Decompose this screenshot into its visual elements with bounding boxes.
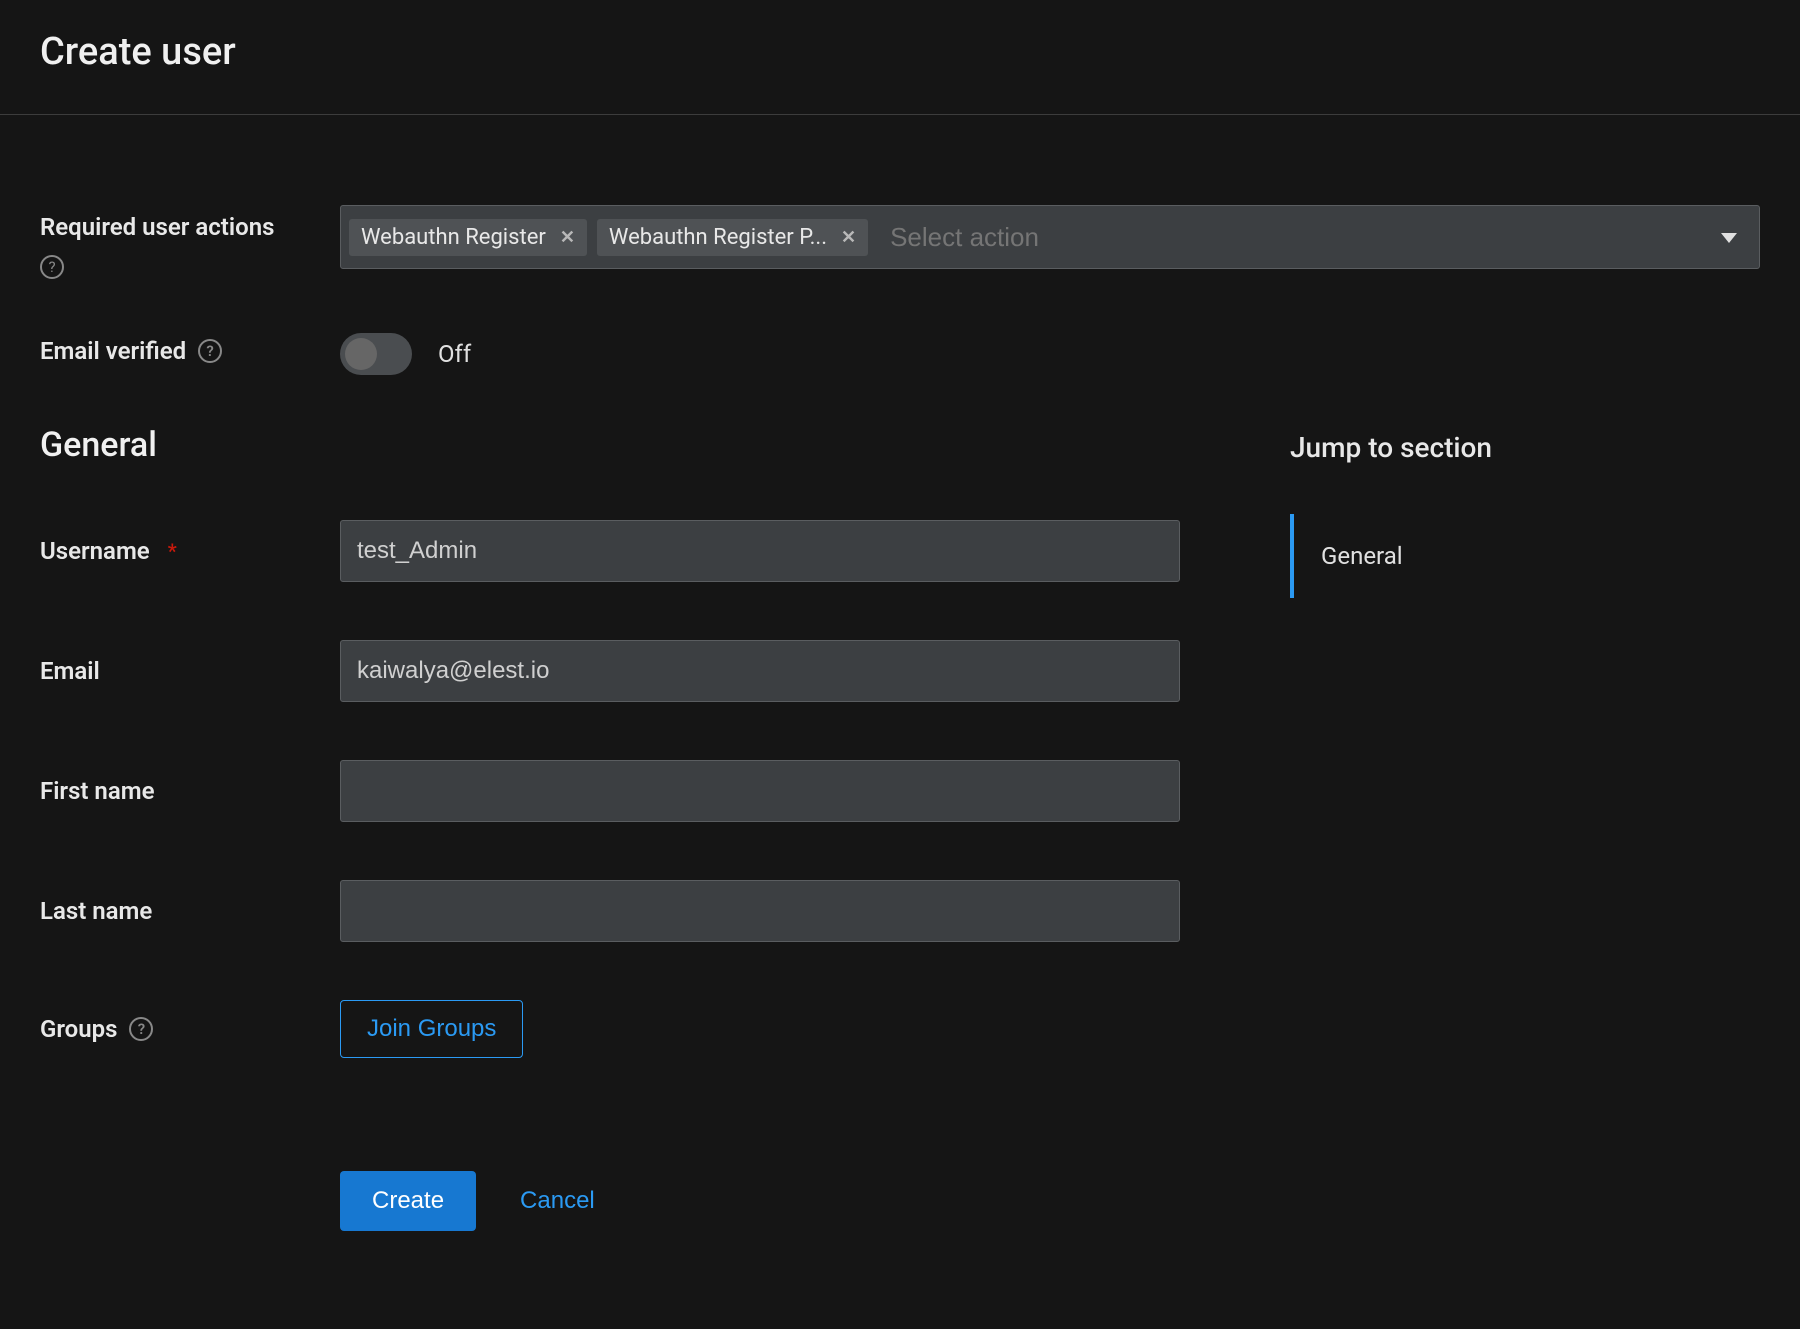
last-name-label: Last name: [40, 897, 152, 925]
close-icon[interactable]: ✕: [841, 227, 856, 248]
chip-webauthn-register-p: Webauthn Register P... ✕: [597, 219, 868, 256]
page-title: Create user: [40, 30, 1760, 74]
username-label: Username *: [40, 537, 177, 565]
create-button[interactable]: Create: [340, 1171, 476, 1231]
email-verified-toggle[interactable]: [340, 333, 412, 375]
email-label: Email: [40, 657, 100, 685]
join-groups-button[interactable]: Join Groups: [340, 1000, 523, 1058]
chip-webauthn-register: Webauthn Register ✕: [349, 219, 587, 256]
required-asterisk: *: [168, 539, 177, 563]
caret-down-icon[interactable]: [1707, 228, 1751, 247]
groups-label: Groups ?: [40, 1015, 153, 1043]
toggle-state-label: Off: [438, 340, 471, 368]
help-icon[interactable]: ?: [129, 1017, 153, 1041]
close-icon[interactable]: ✕: [560, 227, 575, 248]
email-input[interactable]: [340, 640, 1180, 702]
username-input[interactable]: [340, 520, 1180, 582]
select-action-input[interactable]: [878, 218, 1697, 257]
required-actions-select[interactable]: Webauthn Register ✕ Webauthn Register P.…: [340, 205, 1760, 269]
first-name-label: First name: [40, 777, 155, 805]
email-verified-label: Email verified ?: [40, 337, 222, 365]
help-icon[interactable]: ?: [198, 339, 222, 363]
section-title-general: General: [40, 425, 1220, 465]
cancel-button[interactable]: Cancel: [520, 1187, 595, 1215]
first-name-input[interactable]: [340, 760, 1180, 822]
help-icon[interactable]: ?: [40, 255, 64, 279]
jump-item-general[interactable]: General: [1290, 514, 1760, 598]
jump-section-list: General: [1290, 514, 1760, 598]
last-name-input[interactable]: [340, 880, 1180, 942]
required-actions-label: Required user actions: [40, 213, 274, 241]
jump-to-section-title: Jump to section: [1290, 431, 1760, 464]
